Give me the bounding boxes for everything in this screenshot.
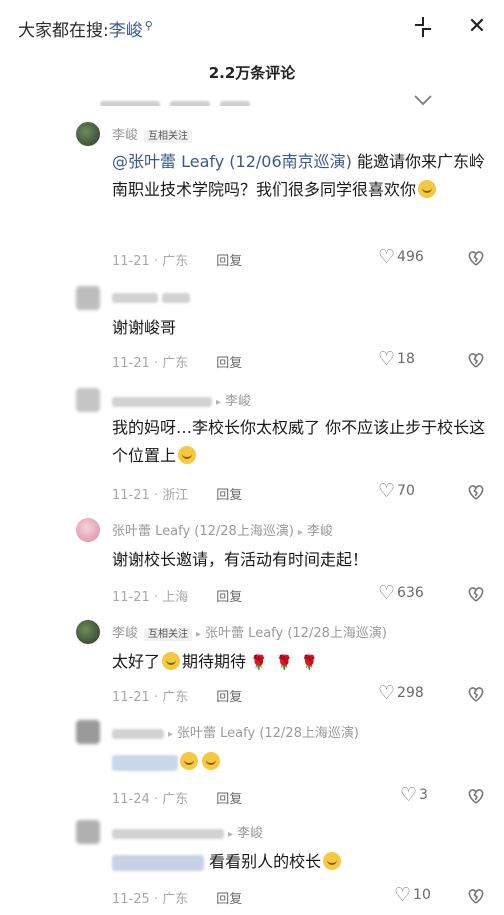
heart-outline-icon: ♡ bbox=[378, 246, 396, 268]
comment-text bbox=[112, 748, 492, 776]
avatar[interactable] bbox=[76, 122, 100, 146]
top-bar: 大家都在搜:李峻 ⚲ ✕ bbox=[0, 0, 504, 58]
comment-header: ▸ 李峻 bbox=[112, 390, 251, 409]
like-button[interactable]: ♡ 298 bbox=[378, 682, 424, 704]
mention-link[interactable]: @张叶蕾 Leafy (12/06南京巡演) bbox=[112, 152, 352, 171]
like-count: 18 bbox=[397, 351, 415, 367]
comment-text: 太好了 期待期待 🌹 🌹 🌹 bbox=[112, 648, 492, 677]
smile-emoji-icon bbox=[178, 446, 197, 464]
reply-button[interactable]: 回复 bbox=[216, 690, 242, 705]
heart-outline-icon: ♡ bbox=[378, 480, 396, 502]
reply-button[interactable]: 回复 bbox=[216, 356, 242, 371]
commenter-name[interactable]: 张叶蕾 Leafy (12/28上海巡演) bbox=[112, 524, 294, 539]
collapse-icon[interactable] bbox=[410, 14, 436, 40]
comment-text: 我的妈呀…李校长你太权威了 你不应该止步于校长这个位置上 bbox=[112, 418, 486, 465]
comment-header bbox=[112, 290, 191, 305]
reply-button[interactable]: 回复 bbox=[216, 590, 242, 605]
like-button[interactable]: ♡ 496 bbox=[378, 246, 424, 268]
heart-outline-icon: ♡ bbox=[378, 682, 396, 704]
broken-heart-icon[interactable] bbox=[466, 584, 486, 604]
comment-meta: 11-21 · 广东 回复 bbox=[112, 254, 243, 269]
rose-emoji-icon: 🌹 bbox=[300, 655, 319, 671]
partial-comment-row bbox=[100, 94, 440, 106]
search-icon: ⚲ bbox=[144, 19, 153, 33]
broken-heart-icon[interactable] bbox=[466, 248, 486, 268]
reply-button[interactable]: 回复 bbox=[216, 488, 242, 503]
broken-heart-icon[interactable] bbox=[466, 350, 486, 370]
reply-target[interactable]: 张叶蕾 Leafy (12/28上海巡演) bbox=[205, 626, 387, 641]
heart-outline-icon: ♡ bbox=[400, 784, 418, 806]
smile-emoji-icon bbox=[202, 752, 220, 770]
comment-header: 李峻 互相关注 bbox=[112, 124, 193, 143]
avatar[interactable] bbox=[76, 388, 100, 412]
reply-arrow-icon: ▸ bbox=[297, 527, 303, 538]
comment-header: ▸ 李峻 bbox=[112, 822, 263, 841]
reply-button[interactable]: 回复 bbox=[216, 892, 242, 907]
comment-count: 2.2万条评论 bbox=[208, 64, 296, 82]
reply-target[interactable]: 张叶蕾 Leafy (12/28上海巡演) bbox=[177, 726, 359, 741]
comment-text: 谢谢峻哥 bbox=[112, 318, 177, 337]
comment-text: @张叶蕾 Leafy (12/06南京巡演) 能邀请你来广东岭南职业技术学院吗？… bbox=[112, 152, 485, 199]
thinking-emoji-icon bbox=[418, 180, 437, 198]
broken-heart-icon[interactable] bbox=[466, 786, 486, 806]
close-icon[interactable]: ✕ bbox=[464, 14, 490, 40]
like-count: 10 bbox=[413, 887, 431, 903]
comment-meta: 11-21 · 广东 回复 bbox=[112, 690, 243, 705]
comment-text: 谢谢校长邀请，有活动有时间走起！ bbox=[112, 550, 369, 569]
reply-arrow-icon: ▸ bbox=[168, 729, 174, 740]
comment-header: ▸ 张叶蕾 Leafy (12/28上海巡演) bbox=[112, 722, 359, 741]
broken-heart-icon[interactable] bbox=[466, 684, 486, 704]
reply-arrow-icon: ▸ bbox=[216, 397, 222, 408]
like-button[interactable]: ♡ 3 bbox=[400, 784, 428, 806]
like-count: 70 bbox=[397, 483, 415, 499]
comment-meta: 11-21 · 浙江 回复 bbox=[112, 488, 243, 503]
comment-meta: 11-24 · 广东 回复 bbox=[112, 792, 243, 807]
chevron-down-icon[interactable] bbox=[412, 92, 434, 106]
rose-emoji-icon: 🌹 bbox=[250, 655, 268, 671]
comment-header: 张叶蕾 Leafy (12/28上海巡演) ▸ 李峻 bbox=[112, 520, 333, 539]
reply-button[interactable]: 回复 bbox=[216, 792, 242, 807]
search-keyword[interactable]: 李峻 bbox=[109, 21, 143, 41]
avatar[interactable] bbox=[76, 720, 100, 744]
like-button[interactable]: ♡ 18 bbox=[378, 348, 415, 370]
like-count: 298 bbox=[397, 685, 424, 701]
rose-emoji-icon: 🌹 bbox=[275, 655, 293, 671]
sad-emoji-icon bbox=[323, 852, 342, 870]
like-count: 636 bbox=[397, 585, 424, 601]
search-prefix: 大家都在搜: bbox=[18, 21, 109, 41]
avatar[interactable] bbox=[76, 286, 100, 310]
heart-outline-icon: ♡ bbox=[394, 884, 412, 906]
search-suggestion[interactable]: 大家都在搜:李峻 ⚲ bbox=[18, 16, 153, 41]
reply-arrow-icon: ▸ bbox=[228, 829, 234, 840]
reply-target[interactable]: 李峻 bbox=[225, 394, 251, 409]
comment-meta: 11-25 · 广东 回复 bbox=[112, 892, 243, 907]
heart-outline-icon: ♡ bbox=[378, 582, 396, 604]
heart-outline-icon: ♡ bbox=[378, 348, 396, 370]
broken-heart-icon[interactable] bbox=[466, 886, 486, 906]
thinking-emoji-icon bbox=[162, 652, 181, 670]
mutual-follow-badge: 互相关注 bbox=[144, 628, 193, 641]
like-button[interactable]: ♡ 70 bbox=[378, 480, 415, 502]
commenter-name[interactable]: 李峻 bbox=[112, 626, 138, 641]
commenter-name[interactable]: 李峻 bbox=[112, 128, 138, 143]
avatar[interactable] bbox=[76, 820, 100, 844]
reply-button[interactable]: 回复 bbox=[216, 254, 242, 269]
avatar[interactable] bbox=[76, 518, 100, 542]
like-count: 3 bbox=[419, 787, 428, 803]
smile-emoji-icon bbox=[180, 752, 198, 770]
like-count: 496 bbox=[397, 249, 424, 265]
reply-target[interactable]: 李峻 bbox=[307, 524, 333, 539]
comment-text: 看看别人的校长 bbox=[112, 848, 492, 876]
comment-meta: 11-21 · 广东 回复 bbox=[112, 356, 243, 371]
reply-target[interactable]: 李峻 bbox=[237, 826, 263, 841]
reply-arrow-icon: ▸ bbox=[196, 629, 202, 640]
like-button[interactable]: ♡ 10 bbox=[394, 884, 431, 906]
comment-meta: 11-21 · 上海 回复 bbox=[112, 590, 243, 605]
broken-heart-icon[interactable] bbox=[466, 482, 486, 502]
mutual-follow-badge: 互相关注 bbox=[144, 130, 193, 143]
comment-header: 李峻 互相关注 ▸ 张叶蕾 Leafy (12/28上海巡演) bbox=[112, 622, 387, 641]
avatar[interactable] bbox=[76, 620, 100, 644]
like-button[interactable]: ♡ 636 bbox=[378, 582, 424, 604]
